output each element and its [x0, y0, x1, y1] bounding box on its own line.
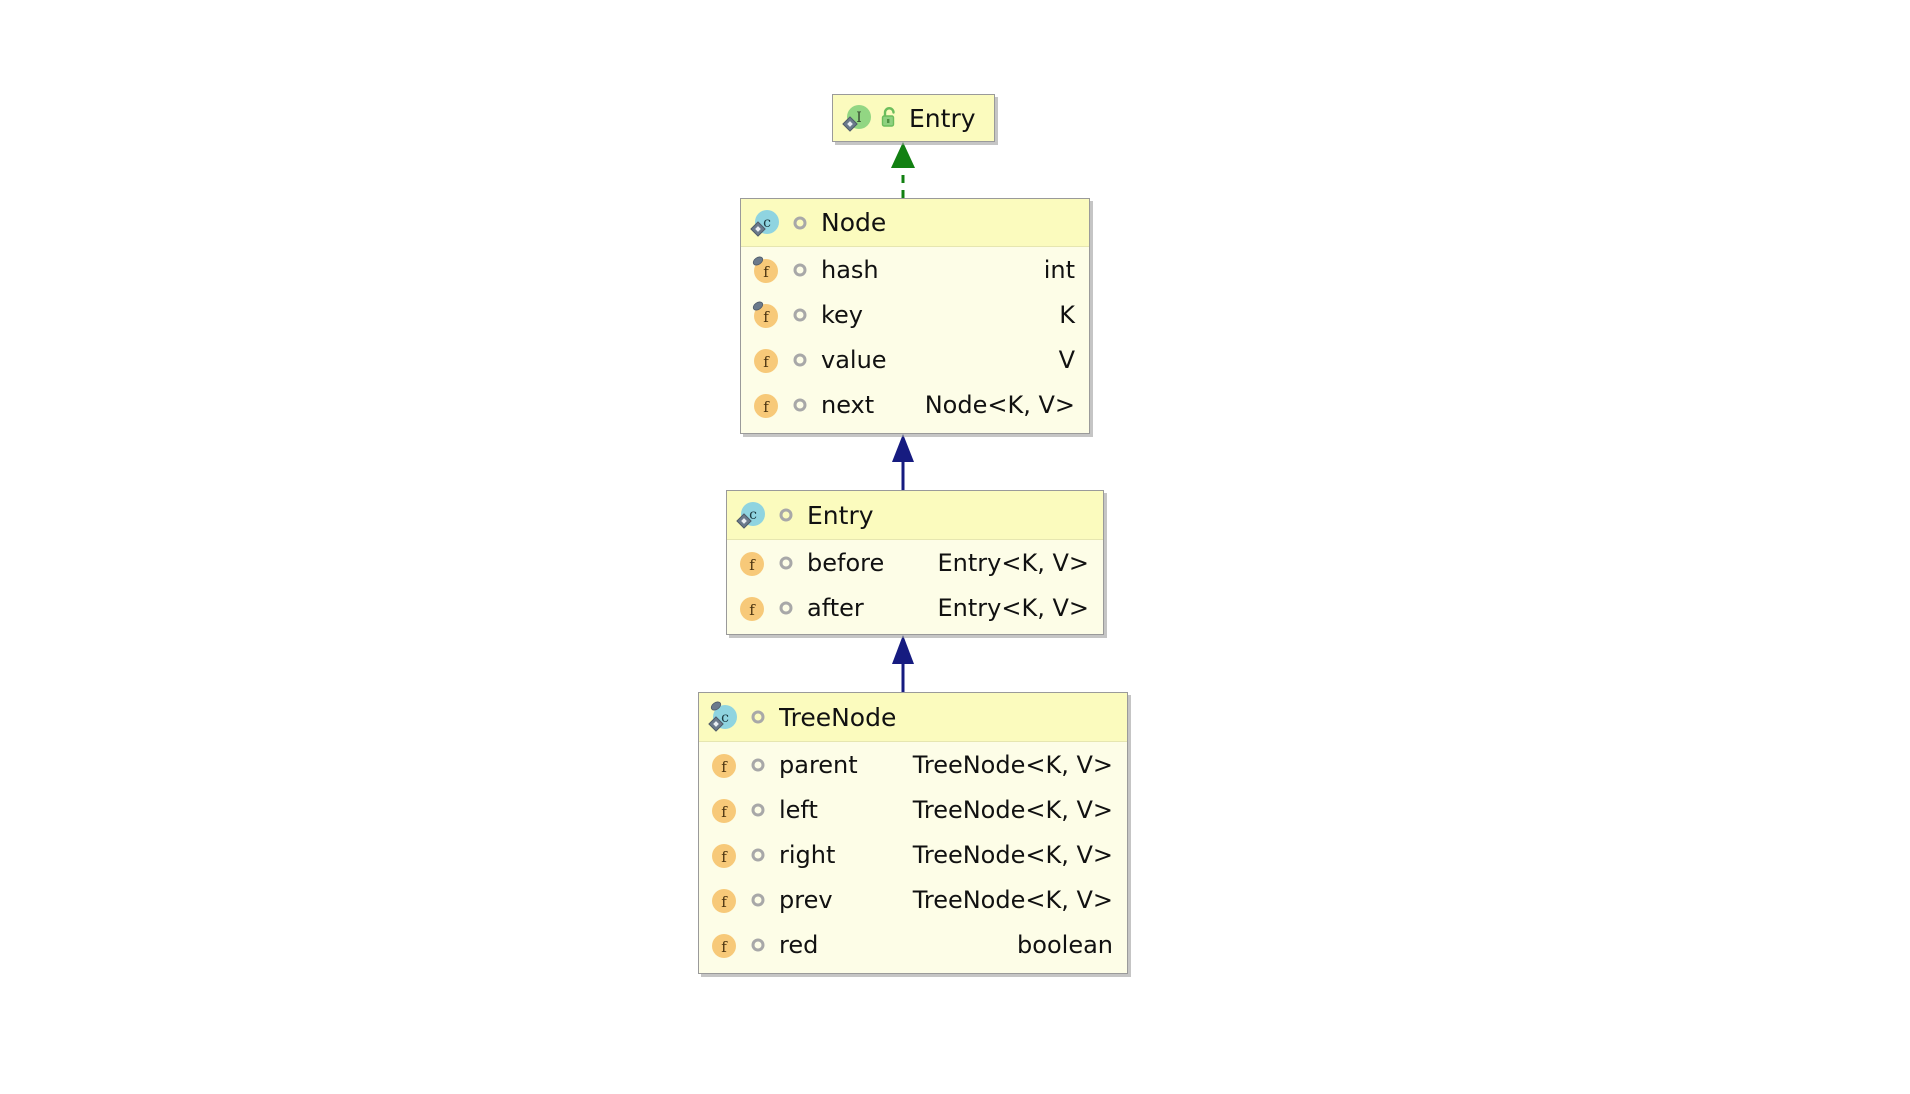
- uml-box-header[interactable]: c TreeNode: [699, 693, 1127, 742]
- interface-icon: I: [841, 101, 875, 135]
- class-icon: c: [749, 206, 783, 240]
- uml-field-type: TreeNode<K, V>: [912, 885, 1113, 914]
- uml-field-row[interactable]: f before Entry<K, V>: [727, 540, 1103, 585]
- package-private-icon: [787, 347, 813, 373]
- package-private-icon: [787, 392, 813, 418]
- uml-class-name: Node: [821, 208, 887, 237]
- uml-field-row[interactable]: f parent TreeNode<K, V>: [699, 742, 1127, 787]
- uml-field-type: V: [1058, 345, 1075, 374]
- connector-treenode-extends-entry[interactable]: [888, 633, 918, 695]
- uml-field-name: hash: [821, 255, 879, 284]
- uml-field-row[interactable]: f right TreeNode<K, V>: [699, 832, 1127, 877]
- field-icon: f: [749, 253, 783, 287]
- uml-field-name: next: [821, 390, 875, 419]
- uml-field-type: K: [1059, 300, 1075, 329]
- field-icon: f: [707, 793, 741, 827]
- uml-class-name: TreeNode: [779, 702, 897, 732]
- field-icon: f: [707, 883, 741, 917]
- uml-class-name: Entry: [909, 103, 976, 133]
- uml-field-row[interactable]: f next Node<K, V>: [741, 382, 1089, 427]
- arrowhead-triangle: [892, 434, 914, 462]
- uml-field-type: Node<K, V>: [924, 390, 1075, 419]
- uml-field-type: TreeNode<K, V>: [912, 795, 1113, 824]
- field-icon: f: [735, 546, 769, 580]
- field-icon: f: [735, 591, 769, 625]
- uml-box-header[interactable]: c Entry: [727, 491, 1103, 540]
- uml-field-row[interactable]: f left TreeNode<K, V>: [699, 787, 1127, 832]
- field-icon: f: [707, 838, 741, 872]
- field-icon: f: [749, 298, 783, 332]
- uml-field-row[interactable]: f after Entry<K, V>: [727, 585, 1103, 630]
- package-private-icon: [787, 210, 813, 236]
- package-private-icon: [773, 502, 799, 528]
- arrowhead-triangle: [891, 142, 915, 168]
- connector-entry-extends-node[interactable]: [888, 432, 918, 492]
- uml-field-row[interactable]: f prev TreeNode<K, V>: [699, 877, 1127, 922]
- uml-field-row[interactable]: f hash int: [741, 247, 1089, 292]
- uml-field-name: red: [779, 930, 819, 959]
- uml-diagram-canvas: I Entry c Node f hash int f key K f valu…: [0, 0, 1910, 1094]
- connector-node-implements-entry[interactable]: [888, 140, 918, 200]
- arrowhead-triangle: [892, 635, 914, 664]
- uml-class-box-entry[interactable]: c Entry f before Entry<K, V> f after Ent…: [726, 490, 1104, 635]
- uml-field-type: Entry<K, V>: [937, 593, 1090, 622]
- uml-class-box-entry-interface[interactable]: I Entry: [832, 94, 995, 142]
- uml-field-name: key: [821, 300, 864, 329]
- field-icon: f: [707, 748, 741, 782]
- uml-field-row[interactable]: f value V: [741, 337, 1089, 382]
- uml-field-type: TreeNode<K, V>: [912, 750, 1113, 779]
- package-private-icon: [745, 704, 771, 730]
- uml-field-type: boolean: [1017, 930, 1113, 959]
- uml-class-box-node[interactable]: c Node f hash int f key K f value V f ne…: [740, 198, 1090, 434]
- package-private-icon: [745, 842, 771, 868]
- package-private-icon: [787, 302, 813, 328]
- uml-class-box-treenode[interactable]: c TreeNode f parent TreeNode<K, V> f lef…: [698, 692, 1128, 974]
- uml-field-name: right: [779, 840, 836, 869]
- uml-field-row[interactable]: f key K: [741, 292, 1089, 337]
- uml-field-name: value: [821, 345, 887, 374]
- uml-field-name: parent: [779, 750, 858, 779]
- uml-field-type: Entry<K, V>: [937, 548, 1090, 577]
- uml-field-type: TreeNode<K, V>: [912, 840, 1113, 869]
- unlocked-padlock-icon: [877, 104, 901, 132]
- package-private-icon: [745, 797, 771, 823]
- field-icon: f: [707, 928, 741, 962]
- uml-field-name: before: [807, 548, 885, 577]
- uml-field-type: int: [1043, 255, 1075, 284]
- uml-field-row[interactable]: f red boolean: [699, 922, 1127, 967]
- uml-field-name: prev: [779, 885, 833, 914]
- package-private-icon: [773, 550, 799, 576]
- uml-box-header[interactable]: c Node: [741, 199, 1089, 247]
- field-icon: f: [749, 343, 783, 377]
- package-private-icon: [745, 752, 771, 778]
- package-private-icon: [787, 257, 813, 283]
- package-private-icon: [773, 595, 799, 621]
- package-private-icon: [745, 887, 771, 913]
- field-icon: f: [749, 388, 783, 422]
- uml-field-name: after: [807, 593, 864, 622]
- class-icon: c: [735, 498, 769, 532]
- class-icon: c: [707, 700, 741, 734]
- package-private-icon: [745, 932, 771, 958]
- uml-box-header[interactable]: I Entry: [833, 95, 994, 141]
- uml-field-name: left: [779, 795, 818, 824]
- uml-class-name: Entry: [807, 500, 874, 530]
